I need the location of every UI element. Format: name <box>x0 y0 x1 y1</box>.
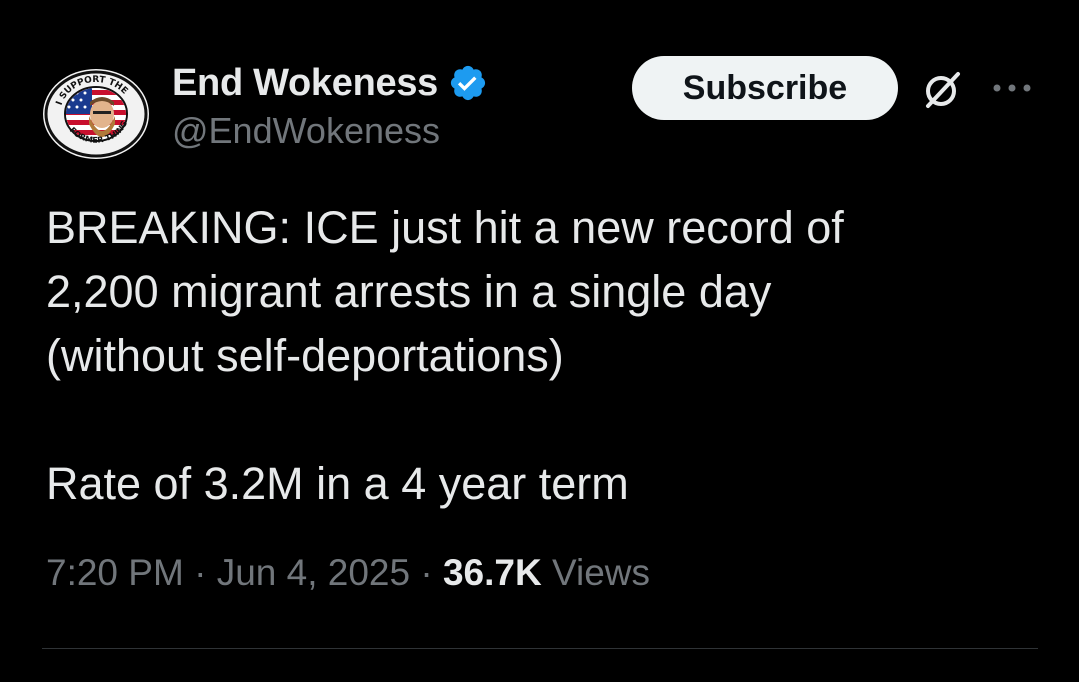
views-label: Views <box>551 552 651 593</box>
tweet-date[interactable]: Jun 4, 2025 <box>217 552 410 593</box>
tweet-text-line: BREAKING: ICE just hit a new record of <box>46 202 844 253</box>
tweet-text-line: Rate of 3.2M in a 4 year term <box>46 458 629 509</box>
author-display-name[interactable]: End Wokeness <box>172 62 438 105</box>
views-count: 36.7K <box>442 552 542 593</box>
more-dots-icon[interactable] <box>990 70 1034 106</box>
verified-badge-icon[interactable] <box>448 63 488 103</box>
tweet-time[interactable]: 7:20 PM <box>46 552 184 593</box>
tweet-card: I SUPPORT THE FORMER THING End Wokeness … <box>0 0 1079 682</box>
tweet-text: BREAKING: ICE just hit a new record of 2… <box>46 196 1046 516</box>
divider <box>42 648 1038 649</box>
avatar[interactable]: I SUPPORT THE FORMER THING <box>42 68 150 160</box>
avatar-patch-icon: I SUPPORT THE FORMER THING <box>43 69 149 159</box>
grok-icon[interactable] <box>920 68 964 112</box>
author-handle[interactable]: @EndWokeness <box>172 110 488 152</box>
meta-separator: · <box>420 552 443 593</box>
tweet-metadata: 7:20 PM · Jun 4, 2025 · 36.7K Views <box>46 552 650 594</box>
subscribe-button[interactable]: Subscribe <box>632 56 898 120</box>
author-info: End Wokeness @EndWokeness <box>172 58 488 152</box>
meta-separator: · <box>194 552 217 593</box>
tweet-text-line: (without self-deportations) <box>46 330 564 381</box>
tweet-text-line: 2,200 migrant arrests in a single day <box>46 266 772 317</box>
